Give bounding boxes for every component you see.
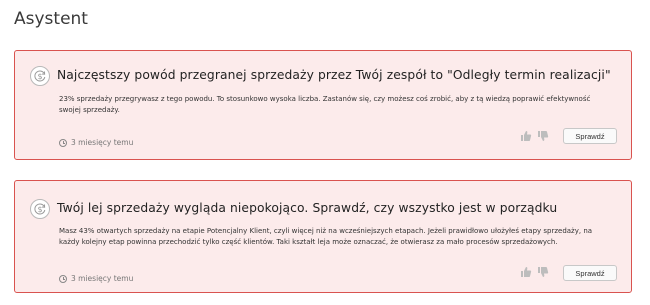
card-timestamp: 3 miesięcy temu xyxy=(59,274,133,283)
thumbs-up-icon[interactable] xyxy=(519,129,532,142)
timestamp-text: 3 miesięcy temu xyxy=(71,274,134,283)
card-timestamp: 3 miesięcy temu xyxy=(59,138,133,147)
card-description: Masz 43% otwartych sprzedaży na etapie P… xyxy=(59,227,593,246)
assistant-card: $ Najczęstszy powód przegranej sprzedaży… xyxy=(14,50,632,160)
card-title: Najczęstszy powód przegranej sprzedaży p… xyxy=(57,68,611,82)
dollar-cycle-icon: $ xyxy=(30,66,50,86)
svg-text:$: $ xyxy=(37,72,42,81)
svg-text:$: $ xyxy=(37,205,42,214)
check-button[interactable]: Sprawdź xyxy=(563,265,617,281)
card-description: 23% sprzedaży przegrywasz z tego powodu.… xyxy=(59,95,591,114)
check-button[interactable]: Sprawdź xyxy=(563,128,617,144)
thumbs-down-icon[interactable] xyxy=(536,129,549,142)
vote-group xyxy=(519,129,549,142)
clock-icon xyxy=(59,138,67,147)
thumbs-up-icon[interactable] xyxy=(519,265,532,278)
vote-group xyxy=(519,265,549,278)
dollar-cycle-icon: $ xyxy=(30,199,50,219)
assistant-card: $ Twój lej sprzedaży wygląda niepokojąco… xyxy=(14,180,632,293)
thumbs-down-icon[interactable] xyxy=(536,265,549,278)
clock-icon xyxy=(59,274,67,283)
timestamp-text: 3 miesięcy temu xyxy=(71,138,134,147)
card-title: Twój lej sprzedaży wygląda niepokojąco. … xyxy=(57,201,558,215)
page-title: Asystent xyxy=(14,9,88,29)
